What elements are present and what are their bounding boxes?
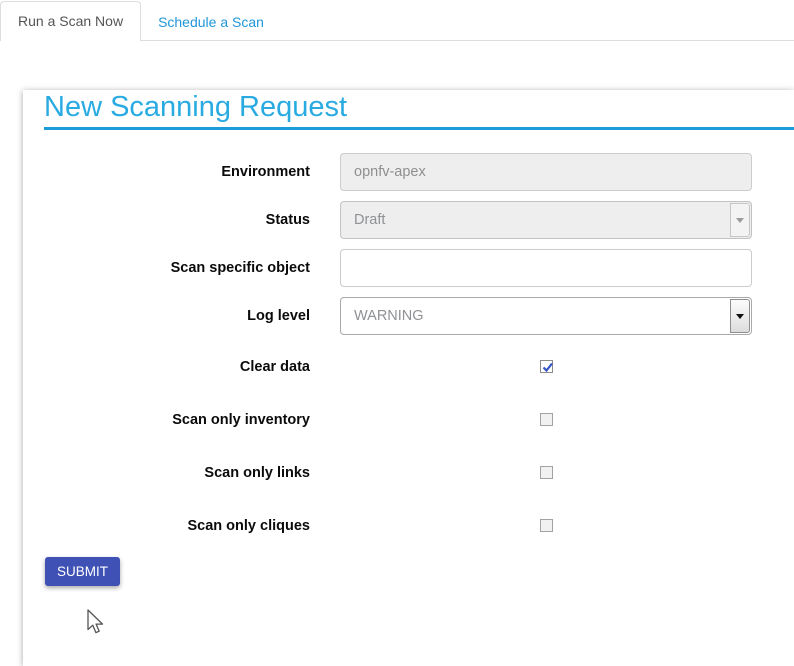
- scan-specific-object-row: Scan specific object: [44, 249, 794, 287]
- chevron-down-icon: [736, 314, 744, 319]
- environment-row: Environment: [44, 153, 794, 191]
- scan-only-inventory-checkbox[interactable]: [540, 413, 553, 426]
- scan-request-form: Environment Status Draft Scan specific o…: [44, 153, 794, 547]
- status-select-value: Draft: [354, 212, 385, 228]
- scan-only-cliques-checkbox[interactable]: [540, 519, 553, 532]
- clear-data-row: Clear data: [44, 345, 794, 388]
- scan-only-inventory-label: Scan only inventory: [44, 412, 310, 428]
- log-level-select-value: WARNING: [354, 308, 424, 324]
- status-row: Status Draft: [44, 201, 794, 239]
- scan-only-links-label: Scan only links: [44, 465, 310, 481]
- scan-only-cliques-row: Scan only cliques: [44, 504, 794, 547]
- scan-only-cliques-label: Scan only cliques: [44, 518, 310, 534]
- log-level-label: Log level: [44, 308, 310, 324]
- scan-specific-object-input[interactable]: [340, 249, 752, 287]
- chevron-down-icon: [736, 218, 744, 223]
- log-level-dropdown-button[interactable]: [730, 299, 750, 333]
- scan-only-links-row: Scan only links: [44, 451, 794, 494]
- scan-only-links-checkbox[interactable]: [540, 466, 553, 479]
- log-level-row: Log level WARNING: [44, 297, 794, 335]
- tab-run-a-scan-now[interactable]: Run a Scan Now: [0, 1, 141, 41]
- clear-data-checkbox[interactable]: [540, 360, 553, 373]
- status-select: Draft: [340, 201, 752, 239]
- clear-data-label: Clear data: [44, 359, 310, 375]
- submit-button[interactable]: SUBMIT: [45, 557, 120, 586]
- log-level-select[interactable]: WARNING: [340, 297, 752, 335]
- status-label: Status: [44, 212, 310, 228]
- new-scan-request-panel: New Scanning Request Environment Status …: [23, 90, 794, 666]
- page-title: New Scanning Request: [44, 90, 794, 130]
- tab-schedule-a-scan[interactable]: Schedule a Scan: [141, 3, 281, 40]
- environment-input: [340, 153, 752, 191]
- check-icon: [541, 360, 555, 374]
- scan-only-inventory-row: Scan only inventory: [44, 398, 794, 441]
- scan-specific-object-label: Scan specific object: [44, 260, 310, 276]
- status-dropdown-button: [730, 203, 750, 237]
- environment-label: Environment: [44, 164, 310, 180]
- tab-bar: Run a Scan Now Schedule a Scan: [0, 0, 794, 41]
